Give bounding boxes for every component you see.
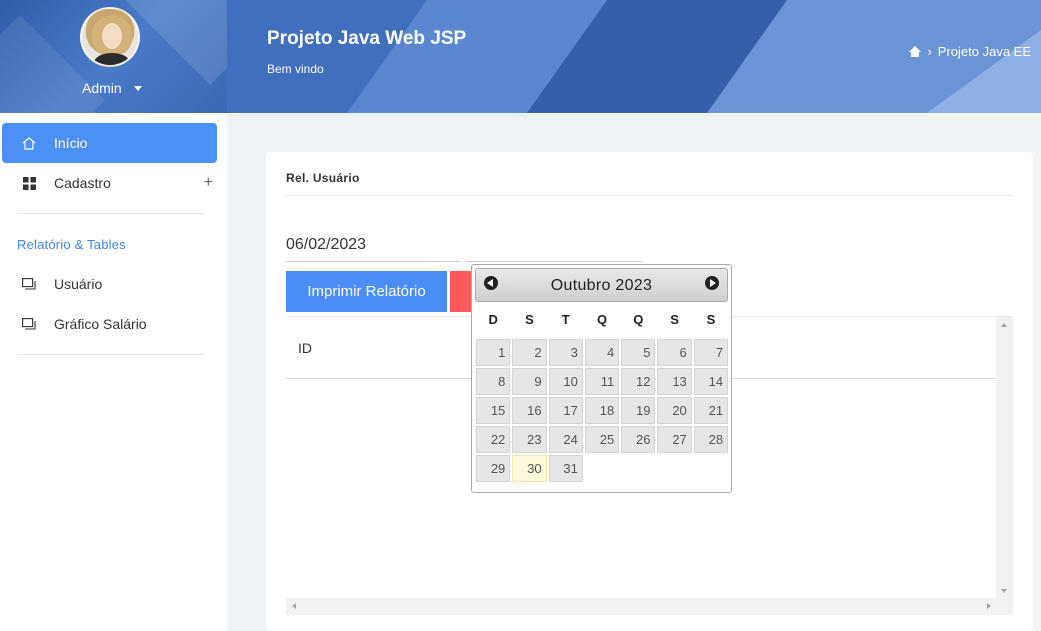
avatar[interactable] <box>80 7 140 67</box>
window-icon <box>22 277 36 291</box>
weekday-label: S <box>706 312 716 327</box>
sidebar-item-label: Cadastro <box>54 175 111 191</box>
scroll-left-icon[interactable] <box>292 603 296 609</box>
window-icon <box>22 317 36 331</box>
sidebar-item-inicio[interactable]: Início <box>2 123 217 163</box>
calendar-day[interactable]: 31 <box>548 455 583 482</box>
calendar-day[interactable]: 3 <box>548 339 583 366</box>
calendar-day[interactable]: 7 <box>693 339 729 366</box>
vertical-scrollbar[interactable] <box>996 317 1013 599</box>
next-month-icon[interactable] <box>705 276 719 290</box>
calendar-day[interactable]: 27 <box>657 426 692 453</box>
sidebar-profile: Admin <box>0 0 227 113</box>
sidebar-item-label: Gráfico Salário <box>54 316 147 332</box>
calendar-day[interactable]: 24 <box>548 426 583 453</box>
avatar-face <box>102 23 122 49</box>
user-menu-toggle[interactable]: Admin <box>82 80 142 96</box>
weekday-label: Q <box>633 312 644 327</box>
scroll-up-icon[interactable] <box>1001 323 1007 327</box>
datepicker-header: Outubro 2023 <box>475 268 728 302</box>
home-icon <box>22 136 36 150</box>
avatar-shirt <box>94 53 130 65</box>
breadcrumb-current[interactable]: Projeto Java EE <box>938 44 1031 59</box>
calendar-day[interactable]: 13 <box>657 368 692 395</box>
scroll-right-icon[interactable] <box>987 603 991 609</box>
calendar-day[interactable]: 11 <box>584 368 620 395</box>
page-header: Projeto Java Web JSP Bem vindo › Projeto… <box>227 0 1041 113</box>
decor-shape <box>125 0 227 85</box>
calendar-day[interactable]: 29 <box>476 455 511 482</box>
datepicker-month-year: Outubro 2023 <box>550 277 653 294</box>
user-name: Admin <box>82 80 122 96</box>
calendar-day[interactable]: 10 <box>548 368 583 395</box>
sidebar-item-grafico-salario[interactable]: Gráfico Salário <box>2 304 217 344</box>
divider <box>286 195 1013 196</box>
sidebar-item-cadastro[interactable]: Cadastro + <box>2 163 217 203</box>
calendar-day[interactable]: 16 <box>512 397 547 424</box>
section-title: Relatório & Tables <box>17 236 126 252</box>
calendar-day[interactable]: 22 <box>476 426 511 453</box>
calendar-day[interactable]: 25 <box>584 426 620 453</box>
divider <box>17 213 204 214</box>
calendar-day[interactable]: 30 <box>512 455 547 482</box>
divider <box>17 354 204 355</box>
calendar-day[interactable]: 12 <box>621 368 656 395</box>
calendar-day[interactable]: 6 <box>657 339 692 366</box>
weekday-row: DSTQQSS <box>475 312 728 336</box>
calendar-day[interactable]: 21 <box>693 397 729 424</box>
calendar-day[interactable]: 2 <box>512 339 547 366</box>
date-start-input[interactable] <box>286 228 460 262</box>
calendar-day[interactable]: 15 <box>476 397 511 424</box>
horizontal-scrollbar[interactable] <box>286 598 1013 615</box>
calendar-day[interactable]: 26 <box>621 426 656 453</box>
sidebar-nav: Início Cadastro + Relatório & Tables Usu… <box>0 123 227 365</box>
column-header-id[interactable]: ID <box>298 340 312 356</box>
page-title: Projeto Java Web JSP <box>267 28 467 49</box>
card-title: Rel. Usuário <box>286 171 360 185</box>
calendar-day[interactable]: 23 <box>512 426 547 453</box>
home-icon[interactable] <box>909 46 922 57</box>
sidebar-item-label: Usuário <box>54 276 103 292</box>
datepicker: Outubro 2023 DSTQQSS 1 2 3 4 5 6 7 8 9 10 11 12 13 14… <box>471 264 732 493</box>
calendar-day[interactable]: 5 <box>621 339 656 366</box>
plus-icon[interactable]: + <box>204 174 213 192</box>
caret-down-icon <box>133 85 142 91</box>
calendar-day[interactable]: 20 <box>657 397 692 424</box>
page-subtitle: Bem vindo <box>267 62 324 76</box>
calendar-day[interactable]: 28 <box>693 426 729 453</box>
date-end-input[interactable] <box>466 228 642 262</box>
calendar-day[interactable]: 4 <box>584 339 620 366</box>
sidebar-item-usuario[interactable]: Usuário <box>2 264 217 304</box>
grid-icon <box>22 176 36 190</box>
weekday-label: S <box>525 312 534 327</box>
scroll-down-icon[interactable] <box>1001 589 1007 593</box>
weekday-label: S <box>670 312 679 327</box>
calendar-day[interactable]: 19 <box>621 397 656 424</box>
calendar-day[interactable]: 14 <box>693 368 729 395</box>
weekday-label: D <box>488 312 498 327</box>
calendar-day[interactable]: 1 <box>476 339 511 366</box>
sidebar: Admin Início Cadastro + Relatório & Tabl… <box>0 0 227 631</box>
print-report-button[interactable]: Imprimir Relatório <box>286 271 447 312</box>
breadcrumb: › Projeto Java EE <box>909 44 1031 59</box>
calendar-day[interactable]: 17 <box>548 397 583 424</box>
calendar-day[interactable]: 9 <box>512 368 547 395</box>
day-grid: 1 2 3 4 5 6 7 8 9 10 11 12 13 14 15 16 17 18 19 20 21 22 23 24 2… <box>475 338 729 483</box>
sidebar-item-label: Início <box>54 135 88 151</box>
calendar-day[interactable]: 8 <box>476 368 511 395</box>
breadcrumb-separator: › <box>927 44 932 59</box>
weekday-label: Q <box>596 312 608 327</box>
calendar-day[interactable]: 18 <box>584 397 620 424</box>
weekday-label: T <box>561 312 570 327</box>
